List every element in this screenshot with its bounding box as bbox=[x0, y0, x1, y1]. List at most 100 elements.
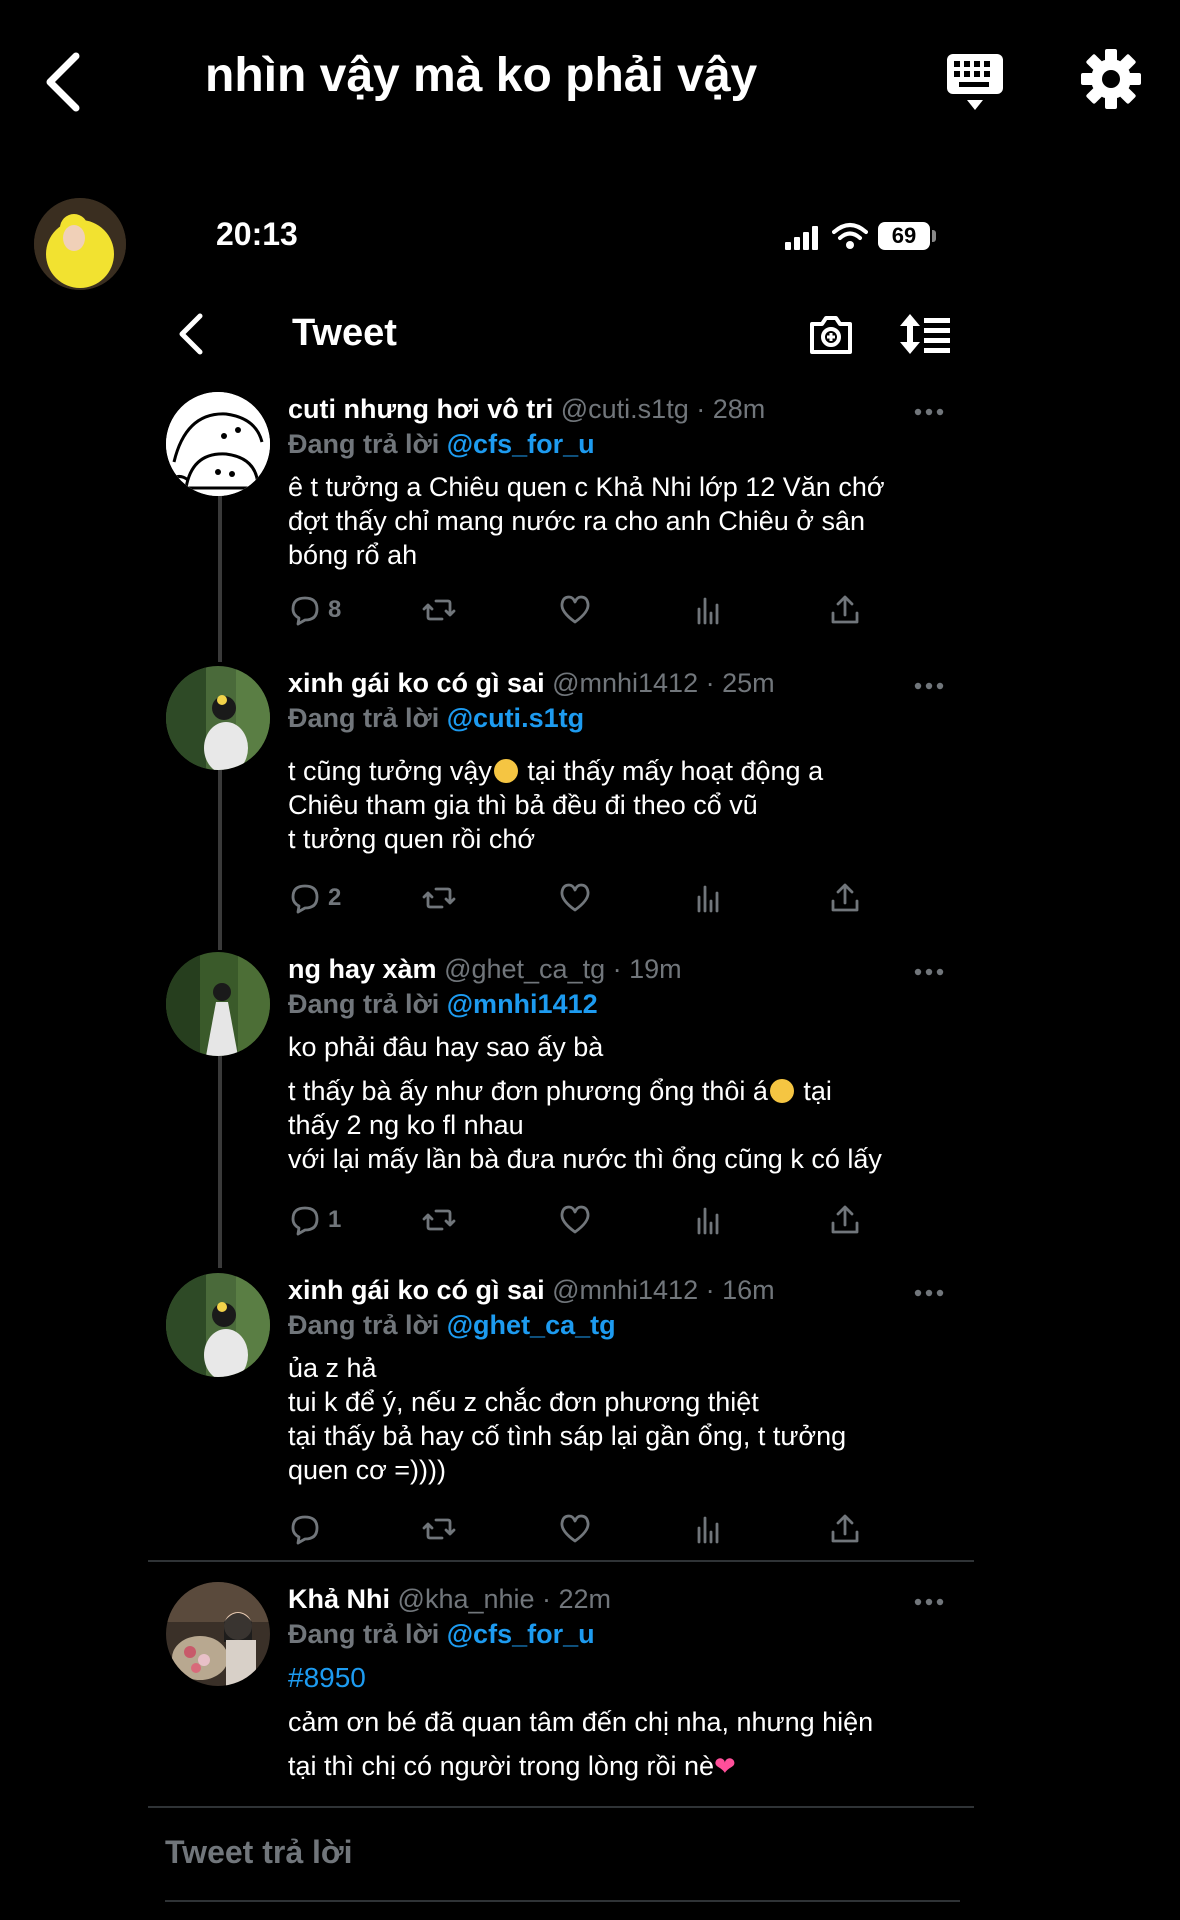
retweet-icon bbox=[422, 887, 456, 909]
tweet-author-name[interactable]: ng hay xàm bbox=[288, 954, 437, 984]
sender-avatar[interactable] bbox=[34, 198, 126, 290]
reply-mention[interactable]: @cuti.s1tg bbox=[447, 703, 584, 733]
share-icon bbox=[831, 1205, 859, 1234]
reply-icon bbox=[291, 1206, 319, 1236]
tweet-avatar[interactable] bbox=[166, 392, 270, 496]
like-icon bbox=[560, 1205, 590, 1234]
share-button[interactable] bbox=[828, 880, 862, 916]
tweet-text: t cũng tưởng vậy tại thấy mấy hoạt động … bbox=[288, 754, 948, 856]
reply-mention[interactable]: @mnhi1412 bbox=[447, 989, 598, 1019]
tweet-author-name[interactable]: xinh gái ko có gì sai bbox=[288, 668, 545, 698]
tweet-avatar[interactable] bbox=[166, 666, 270, 770]
retweet-button[interactable] bbox=[422, 1511, 456, 1547]
tweet-item[interactable]: xinh gái ko có gì sai @mnhi1412 · 25m Đa… bbox=[148, 666, 968, 946]
reply-button[interactable] bbox=[288, 1511, 328, 1547]
tweet-meta: @kha_nhie · 22m bbox=[397, 1584, 612, 1614]
tweet-text: ko phải đâu hay sao ấy bà bbox=[288, 1032, 604, 1062]
tweet-item[interactable]: cuti nhưng hơi vô tri @cuti.s1tg · 28m Đ… bbox=[148, 392, 968, 662]
more-icon[interactable] bbox=[912, 1283, 946, 1303]
views-button[interactable] bbox=[692, 880, 726, 916]
tweet-item[interactable]: Khả Nhi @kha_nhie · 22m Đang trả lời @cf… bbox=[148, 1582, 968, 1804]
heart-emoji-icon: ❤ bbox=[714, 1751, 736, 1781]
tweet-author-name[interactable]: xinh gái ko có gì sai bbox=[288, 1275, 545, 1305]
back-icon[interactable] bbox=[40, 48, 90, 116]
retweet-icon bbox=[422, 1518, 456, 1540]
keyboard-icon[interactable] bbox=[945, 52, 1005, 114]
like-button[interactable] bbox=[558, 1511, 592, 1547]
status-time: 20:13 bbox=[216, 216, 298, 252]
signal-icon bbox=[783, 224, 823, 250]
reply-mention[interactable]: @cfs_for_u bbox=[447, 1619, 595, 1649]
wifi-icon bbox=[832, 222, 868, 250]
replying-to-label: Đang trả lời bbox=[288, 1619, 440, 1649]
tweet-avatar[interactable] bbox=[166, 1582, 270, 1686]
like-icon bbox=[560, 1514, 590, 1543]
views-button[interactable] bbox=[692, 592, 726, 628]
crying-emoji-icon bbox=[493, 759, 518, 783]
reply-mention[interactable]: @ghet_ca_tg bbox=[447, 1310, 616, 1340]
tweet-text: t thấy bà ấy như đơn phương ổng thôi á t… bbox=[288, 1074, 948, 1176]
tweet-meta: @mnhi1412 · 25m bbox=[552, 668, 775, 698]
replying-to-label: Đang trả lời bbox=[288, 989, 440, 1019]
more-icon[interactable] bbox=[912, 676, 946, 696]
share-icon bbox=[831, 595, 859, 624]
tweet-avatar[interactable] bbox=[166, 1273, 270, 1377]
battery-indicator: 69 bbox=[878, 222, 930, 250]
tweet-back-icon[interactable] bbox=[176, 312, 206, 356]
sort-icon[interactable] bbox=[900, 312, 952, 356]
tweet-text-part: cảm ơn bé đã quan tâm đến chị nha, nhưng… bbox=[288, 1707, 874, 1781]
share-icon bbox=[831, 883, 859, 912]
retweet-button[interactable] bbox=[422, 592, 456, 628]
like-button[interactable] bbox=[558, 880, 592, 916]
tweet-author-name[interactable]: Khả Nhi bbox=[288, 1584, 390, 1614]
share-button[interactable] bbox=[828, 1202, 862, 1238]
tweet-text: ủa z hả tui k để ý, nếu z chắc đơn phươn… bbox=[288, 1353, 847, 1485]
reply-mention[interactable]: @cfs_for_u bbox=[447, 429, 595, 459]
like-icon bbox=[560, 883, 590, 912]
tweet-text-part: t cũng tưởng vậy bbox=[288, 756, 492, 786]
tweet-meta: @mnhi1412 · 16m bbox=[552, 1275, 775, 1305]
views-icon bbox=[697, 885, 719, 913]
views-button[interactable] bbox=[692, 1511, 726, 1547]
views-icon bbox=[697, 597, 719, 625]
tweet-item[interactable]: ng hay xàm @ghet_ca_tg · 19m Đang trả lờ… bbox=[148, 952, 968, 1262]
like-button[interactable] bbox=[558, 1202, 592, 1238]
share-icon bbox=[831, 1514, 859, 1543]
hashtag-link[interactable]: #8950 bbox=[288, 1660, 948, 1696]
like-icon bbox=[560, 595, 590, 624]
reply-count: 1 bbox=[328, 1206, 342, 1233]
like-button[interactable] bbox=[558, 592, 592, 628]
compose-divider bbox=[148, 1806, 974, 1808]
reply-icon bbox=[291, 884, 319, 914]
reply-compose-input[interactable]: Tweet trả lời bbox=[165, 1834, 353, 1871]
reply-icon bbox=[291, 596, 319, 626]
replying-to-label: Đang trả lời bbox=[288, 703, 440, 733]
more-icon[interactable] bbox=[912, 1592, 946, 1612]
reply-count: 2 bbox=[328, 884, 342, 911]
reply-icon bbox=[291, 1515, 319, 1545]
reply-button[interactable]: 1 bbox=[288, 1202, 341, 1238]
share-button[interactable] bbox=[828, 1511, 862, 1547]
gear-icon[interactable] bbox=[1080, 48, 1142, 110]
tweet-text: cảm ơn bé đã quan tâm đến chị nha, nhưng… bbox=[288, 1700, 948, 1788]
replying-to-label: Đang trả lời bbox=[288, 429, 440, 459]
replying-to-label: Đang trả lời bbox=[288, 1310, 440, 1340]
share-button[interactable] bbox=[828, 592, 862, 628]
compose-underline bbox=[165, 1900, 960, 1902]
crying-emoji-icon bbox=[769, 1079, 794, 1103]
reply-button[interactable]: 8 bbox=[288, 592, 341, 628]
tweet-item[interactable]: xinh gái ko có gì sai @mnhi1412 · 16m Đa… bbox=[148, 1273, 968, 1553]
views-icon bbox=[697, 1516, 719, 1544]
tweet-header-title: Tweet bbox=[292, 312, 397, 354]
tweet-author-name[interactable]: cuti nhưng hơi vô tri bbox=[288, 394, 553, 424]
more-icon[interactable] bbox=[912, 402, 946, 422]
views-icon bbox=[697, 1207, 719, 1235]
views-button[interactable] bbox=[692, 1202, 726, 1238]
tweet-avatar[interactable] bbox=[166, 952, 270, 1056]
camera-icon[interactable] bbox=[808, 312, 854, 356]
retweet-button[interactable] bbox=[422, 1202, 456, 1238]
reply-button[interactable]: 2 bbox=[288, 880, 341, 916]
retweet-button[interactable] bbox=[422, 880, 456, 916]
more-icon[interactable] bbox=[912, 962, 946, 982]
tweet-meta: @ghet_ca_tg · 19m bbox=[444, 954, 682, 984]
